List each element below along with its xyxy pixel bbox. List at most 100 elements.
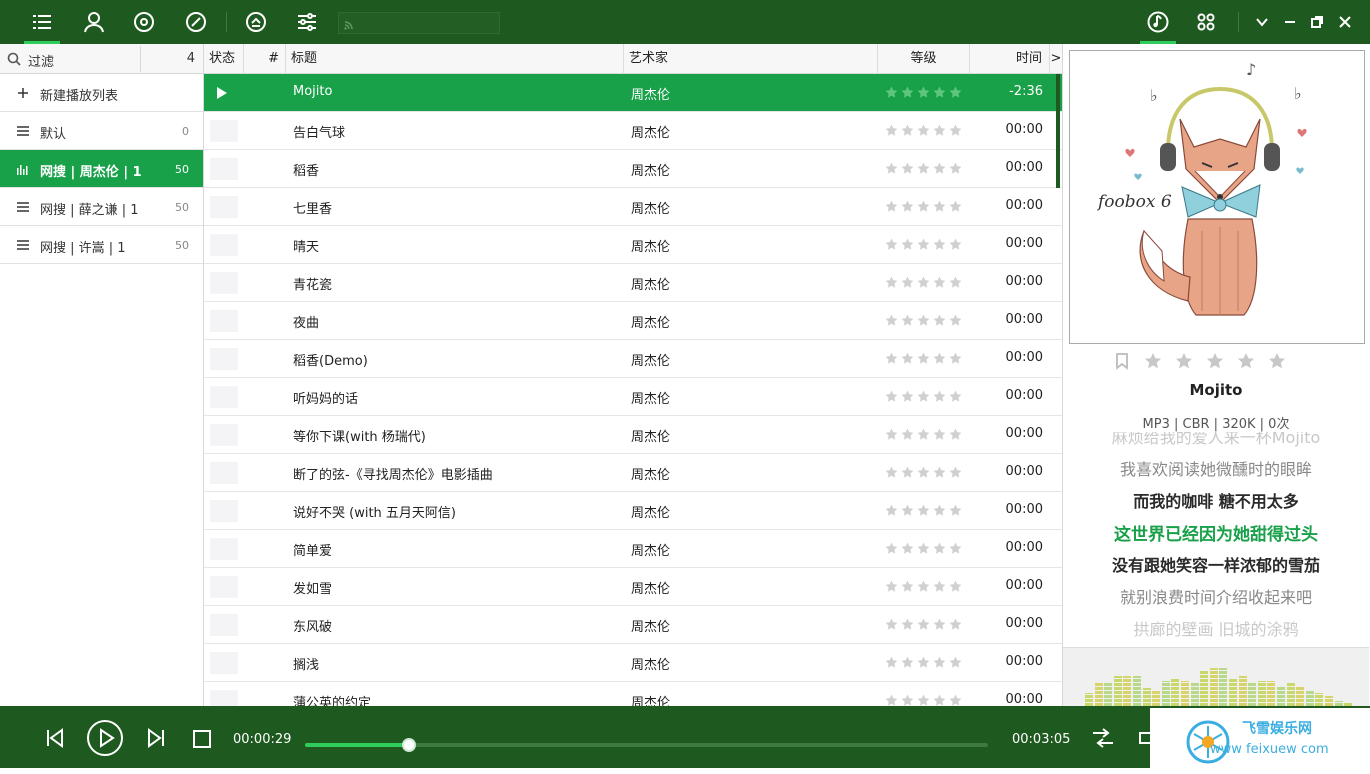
- new-playlist-button[interactable]: 新建播放列表: [0, 74, 203, 112]
- star-icon[interactable]: [949, 352, 962, 365]
- grid-icon[interactable]: [1180, 0, 1232, 44]
- star-icon[interactable]: [901, 352, 914, 365]
- table-row[interactable]: 断了的弦-《寻找周杰伦》电影插曲 周杰伦 00:00: [204, 454, 1062, 492]
- table-row[interactable]: 简单爱 周杰伦 00:00: [204, 530, 1062, 568]
- star-icon[interactable]: [933, 466, 946, 479]
- table-row[interactable]: 发如雪 周杰伦 00:00: [204, 568, 1062, 606]
- star-icon[interactable]: [933, 352, 946, 365]
- star-icon[interactable]: [901, 200, 914, 213]
- table-row[interactable]: 晴天 周杰伦 00:00: [204, 226, 1062, 264]
- eject-icon[interactable]: [230, 0, 282, 44]
- table-row[interactable]: 夜曲 周杰伦 00:00: [204, 302, 1062, 340]
- restore-icon[interactable]: [1303, 0, 1331, 44]
- star-icon[interactable]: [933, 504, 946, 517]
- star-icon[interactable]: [933, 86, 946, 99]
- star-icon[interactable]: [949, 276, 962, 289]
- next-icon[interactable]: [145, 727, 167, 749]
- star-icon[interactable]: [885, 162, 898, 175]
- star-icon[interactable]: [901, 542, 914, 555]
- sidebar-item-default[interactable]: 默认 0: [0, 112, 203, 150]
- star-icon[interactable]: [901, 466, 914, 479]
- sidebar-item-xu-song[interactable]: 网搜 | 许嵩 | 1 50: [0, 226, 203, 264]
- table-row[interactable]: 稻香(Demo) 周杰伦 00:00: [204, 340, 1062, 378]
- star-icon[interactable]: [949, 618, 962, 631]
- music-note-icon[interactable]: [1132, 0, 1184, 44]
- star-icon[interactable]: [901, 428, 914, 441]
- star-icon[interactable]: [901, 656, 914, 669]
- star-icon[interactable]: [949, 694, 962, 706]
- star-icon[interactable]: [933, 162, 946, 175]
- table-row[interactable]: 听妈妈的话 周杰伦 00:00: [204, 378, 1062, 416]
- star-icon[interactable]: [1175, 352, 1193, 370]
- star-icon[interactable]: [917, 314, 930, 327]
- star-icon[interactable]: [933, 694, 946, 706]
- sidebar-item-jay-chou[interactable]: 网搜 | 周杰伦 | 1 50: [0, 150, 203, 188]
- star-icon[interactable]: [933, 542, 946, 555]
- scrollbar-thumb[interactable]: [1056, 74, 1060, 188]
- table-row[interactable]: 说好不哭 (with 五月天阿信) 周杰伦 00:00: [204, 492, 1062, 530]
- star-icon[interactable]: [917, 618, 930, 631]
- table-row[interactable]: 蒲公英的约定 周杰伦 00:00: [204, 682, 1062, 706]
- lyrics-panel[interactable]: 麻烦给我的爱人来一杯Mojito 我喜欢阅读她微醺时的眼眸 而我的咖啡 糖不用太多这…: [1063, 432, 1369, 646]
- star-icon[interactable]: [949, 656, 962, 669]
- star-icon[interactable]: [949, 504, 962, 517]
- star-icon[interactable]: [917, 352, 930, 365]
- star-icon[interactable]: [885, 238, 898, 251]
- table-row[interactable]: 东风破 周杰伦 00:00: [204, 606, 1062, 644]
- star-icon[interactable]: [949, 124, 962, 137]
- album-icon[interactable]: [118, 0, 170, 44]
- star-icon[interactable]: [917, 86, 930, 99]
- star-icon[interactable]: [917, 466, 930, 479]
- star-icon[interactable]: [933, 428, 946, 441]
- star-icon[interactable]: [885, 504, 898, 517]
- star-icon[interactable]: [949, 314, 962, 327]
- star-icon[interactable]: [885, 86, 898, 99]
- star-icon[interactable]: [917, 656, 930, 669]
- search-input[interactable]: [338, 12, 500, 34]
- close-icon[interactable]: [1331, 0, 1359, 44]
- table-row[interactable]: Mojito 周杰伦 -2:36: [204, 74, 1062, 112]
- star-icon[interactable]: [949, 200, 962, 213]
- star-icon[interactable]: [885, 200, 898, 213]
- star-icon[interactable]: [901, 314, 914, 327]
- star-icon[interactable]: [901, 504, 914, 517]
- column-title[interactable]: 标题: [286, 44, 624, 74]
- star-icon[interactable]: [901, 694, 914, 706]
- star-icon[interactable]: [1268, 352, 1286, 370]
- play-button[interactable]: [86, 719, 124, 757]
- star-icon[interactable]: [933, 656, 946, 669]
- star-icon[interactable]: [933, 314, 946, 327]
- star-icon[interactable]: [901, 390, 914, 403]
- star-icon[interactable]: [901, 86, 914, 99]
- bookmark-icon[interactable]: [1113, 352, 1131, 370]
- shuffle-icon[interactable]: [1091, 727, 1115, 749]
- table-row[interactable]: 青花瓷 周杰伦 00:00: [204, 264, 1062, 302]
- sidebar-item-xue-zhiqian[interactable]: 网搜 | 薛之谦 | 1 50: [0, 188, 203, 226]
- star-icon[interactable]: [917, 124, 930, 137]
- star-icon[interactable]: [917, 504, 930, 517]
- playlist-icon[interactable]: [16, 0, 68, 44]
- star-icon[interactable]: [949, 86, 962, 99]
- column-rating[interactable]: 等级: [878, 44, 970, 74]
- artist-icon[interactable]: [68, 0, 120, 44]
- star-icon[interactable]: [885, 276, 898, 289]
- star-icon[interactable]: [885, 352, 898, 365]
- star-icon[interactable]: [949, 542, 962, 555]
- star-icon[interactable]: [917, 428, 930, 441]
- star-icon[interactable]: [901, 276, 914, 289]
- star-icon[interactable]: [933, 238, 946, 251]
- column-more-button[interactable]: >: [1050, 44, 1062, 74]
- star-icon[interactable]: [933, 276, 946, 289]
- star-icon[interactable]: [901, 618, 914, 631]
- star-icon[interactable]: [917, 162, 930, 175]
- star-icon[interactable]: [885, 466, 898, 479]
- star-icon[interactable]: [885, 314, 898, 327]
- star-icon[interactable]: [933, 200, 946, 213]
- column-artist[interactable]: 艺术家: [624, 44, 878, 74]
- star-icon[interactable]: [917, 390, 930, 403]
- table-row[interactable]: 稻香 周杰伦 00:00: [204, 150, 1062, 188]
- table-row[interactable]: 七里香 周杰伦 00:00: [204, 188, 1062, 226]
- star-icon[interactable]: [917, 238, 930, 251]
- star-icon[interactable]: [933, 580, 946, 593]
- stop-icon[interactable]: [192, 729, 212, 749]
